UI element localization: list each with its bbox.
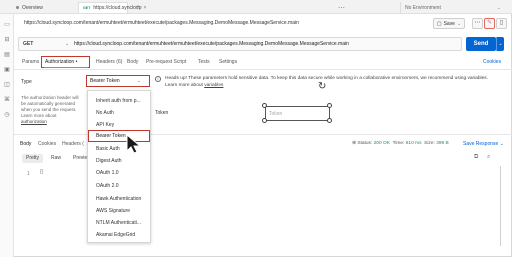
tab-request[interactable]: GET https://cloud.syncloop × [78,2,146,13]
tab-method-badge: GET [83,6,91,10]
url-input[interactable]: https://cloud.syncloop.com/tenant/ermuht… [74,41,349,47]
method-select[interactable]: GET [23,41,33,47]
tab-request-label: https://cloud.syncloop [93,5,142,11]
auth-type-label: Type [21,79,32,85]
rotate-icon[interactable]: ↻ [318,82,329,93]
close-tab-icon[interactable]: × [143,5,146,11]
active-tab-indicator [44,67,88,68]
save-response-button[interactable]: Save Response ⌄ [463,141,504,147]
resize-handle[interactable] [327,118,332,123]
tab-bar: Overview GET https://cloud.syncloop × + … [0,0,512,14]
more-actions-button[interactable]: ⋯ [472,18,483,29]
environment-select[interactable]: No Environment ⌄ [400,2,505,13]
sensitive-data-notice: Heads up! These parameters hold sensitiv… [165,76,495,89]
dropdown-option[interactable]: Inherit auth from p... [96,98,141,104]
send-button[interactable]: Send [466,37,496,51]
variables-link[interactable]: variables [204,83,223,88]
chevron-down-icon: ⌄ [496,4,501,11]
dropdown-option[interactable]: Akamai EdgeGrid [96,232,135,238]
tab-overview[interactable]: Overview [16,2,43,13]
dropdown-option[interactable]: OAuth 1.0 [96,170,119,176]
pretty-button[interactable]: Pretty [22,154,44,163]
sidebar: ▭ ⊟ ▤ ▣ ◫ ⌘ ◷ [0,14,14,257]
scrollbar[interactable] [500,166,501,246]
dropdown-option[interactable]: Hawk Authentication [96,196,141,202]
response-tab-body[interactable]: Body [20,141,31,147]
dropdown-option[interactable]: Digest Auth [96,158,122,164]
tab-tests[interactable]: Tests [198,59,210,65]
authorization-link[interactable]: authorization [21,119,47,124]
tab-pre-request-script[interactable]: Pre-request Script [146,59,186,65]
auth-type-value: Bearer Token [90,78,120,84]
breadcrumb: https://cloud.syncloop.com/tenant/ermuht… [24,20,299,26]
more-tabs-button[interactable]: ⋯ [338,2,345,13]
flows-icon[interactable]: ⌘ [4,97,10,103]
url-bar: GET ⌄ https://cloud.syncloop.com/tenant/… [18,37,462,51]
new-tab-button[interactable]: + [136,2,140,13]
tab-headers[interactable]: Headers (6) [96,59,122,65]
tab-body[interactable]: Body [127,59,138,65]
dropdown-option[interactable]: NTLM Authenticati... [96,220,141,226]
response-tab-cookies[interactable]: Cookies [38,141,56,147]
auth-description: The authorization header will be automat… [21,95,83,125]
resize-handle[interactable] [327,103,332,108]
response-tab-headers[interactable]: Headers ( [62,141,84,147]
dropdown-option[interactable]: AWS Signature [96,208,130,214]
resize-handle[interactable] [262,103,267,108]
auth-type-dropdown: Inherit auth from p... No Auth API Key B… [87,90,151,243]
token-label: Token [155,110,169,116]
time-value: 610 ms [405,141,422,146]
mouse-cursor-icon [126,134,142,154]
environment-label: No Environment [405,4,441,11]
size-value: 399 B [436,141,449,146]
auth-type-select[interactable]: Bearer Token ⌄ [86,75,150,87]
response-status: ⊕ Status: 200 OK Time: 610 ms Size: 399 … [352,141,449,146]
environments-icon[interactable]: ▤ [4,52,10,58]
divider [14,69,512,70]
save-button[interactable]: ▢ Save ⌄ [433,18,465,29]
collections-icon[interactable]: ▭ [4,22,10,28]
response-code[interactable]: {} [40,169,43,175]
edit-icon[interactable]: ✎ [484,18,495,29]
raw-button[interactable]: Raw [47,154,65,163]
dropdown-option[interactable]: API Key [96,122,114,128]
apis-icon[interactable]: ⊟ [4,37,10,43]
overview-icon [16,6,19,9]
save-icon: ▢ [436,20,442,27]
status-value: 200 OK [373,141,390,146]
chevron-down-icon[interactable]: ⌄ [65,41,69,47]
dropdown-option[interactable]: No Auth [96,110,114,116]
tab-overview-label: Overview [22,4,43,11]
save-button-label: Save [443,20,455,27]
monitors-icon[interactable]: ◫ [4,82,10,88]
chevron-down-icon: ⌄ [136,78,141,84]
copy-icon[interactable]: ⧉ [474,154,478,161]
mock-servers-icon[interactable]: ▣ [4,67,10,73]
docs-icon[interactable]: ▯ [496,18,507,29]
line-number: 1 [27,171,30,177]
cookies-link[interactable]: Cookies [483,59,501,65]
dropdown-option[interactable]: Basic Auth [96,146,120,152]
tab-params[interactable]: Params [22,59,39,65]
info-icon: i [155,76,161,82]
resize-handle[interactable] [262,118,267,123]
history-icon[interactable]: ◷ [4,112,10,118]
chevron-down-icon: ⌄ [456,20,462,27]
send-options-icon[interactable]: ⌄ [496,37,504,51]
dropdown-option-label: Bearer Token [96,133,126,139]
dropdown-option[interactable]: OAuth 2.0 [96,183,119,189]
token-input[interactable]: Token [265,106,330,121]
tab-settings[interactable]: Settings [219,59,237,65]
auth-description-text: The authorization header will be automat… [21,95,79,118]
search-icon[interactable]: ⌕ [487,154,490,161]
